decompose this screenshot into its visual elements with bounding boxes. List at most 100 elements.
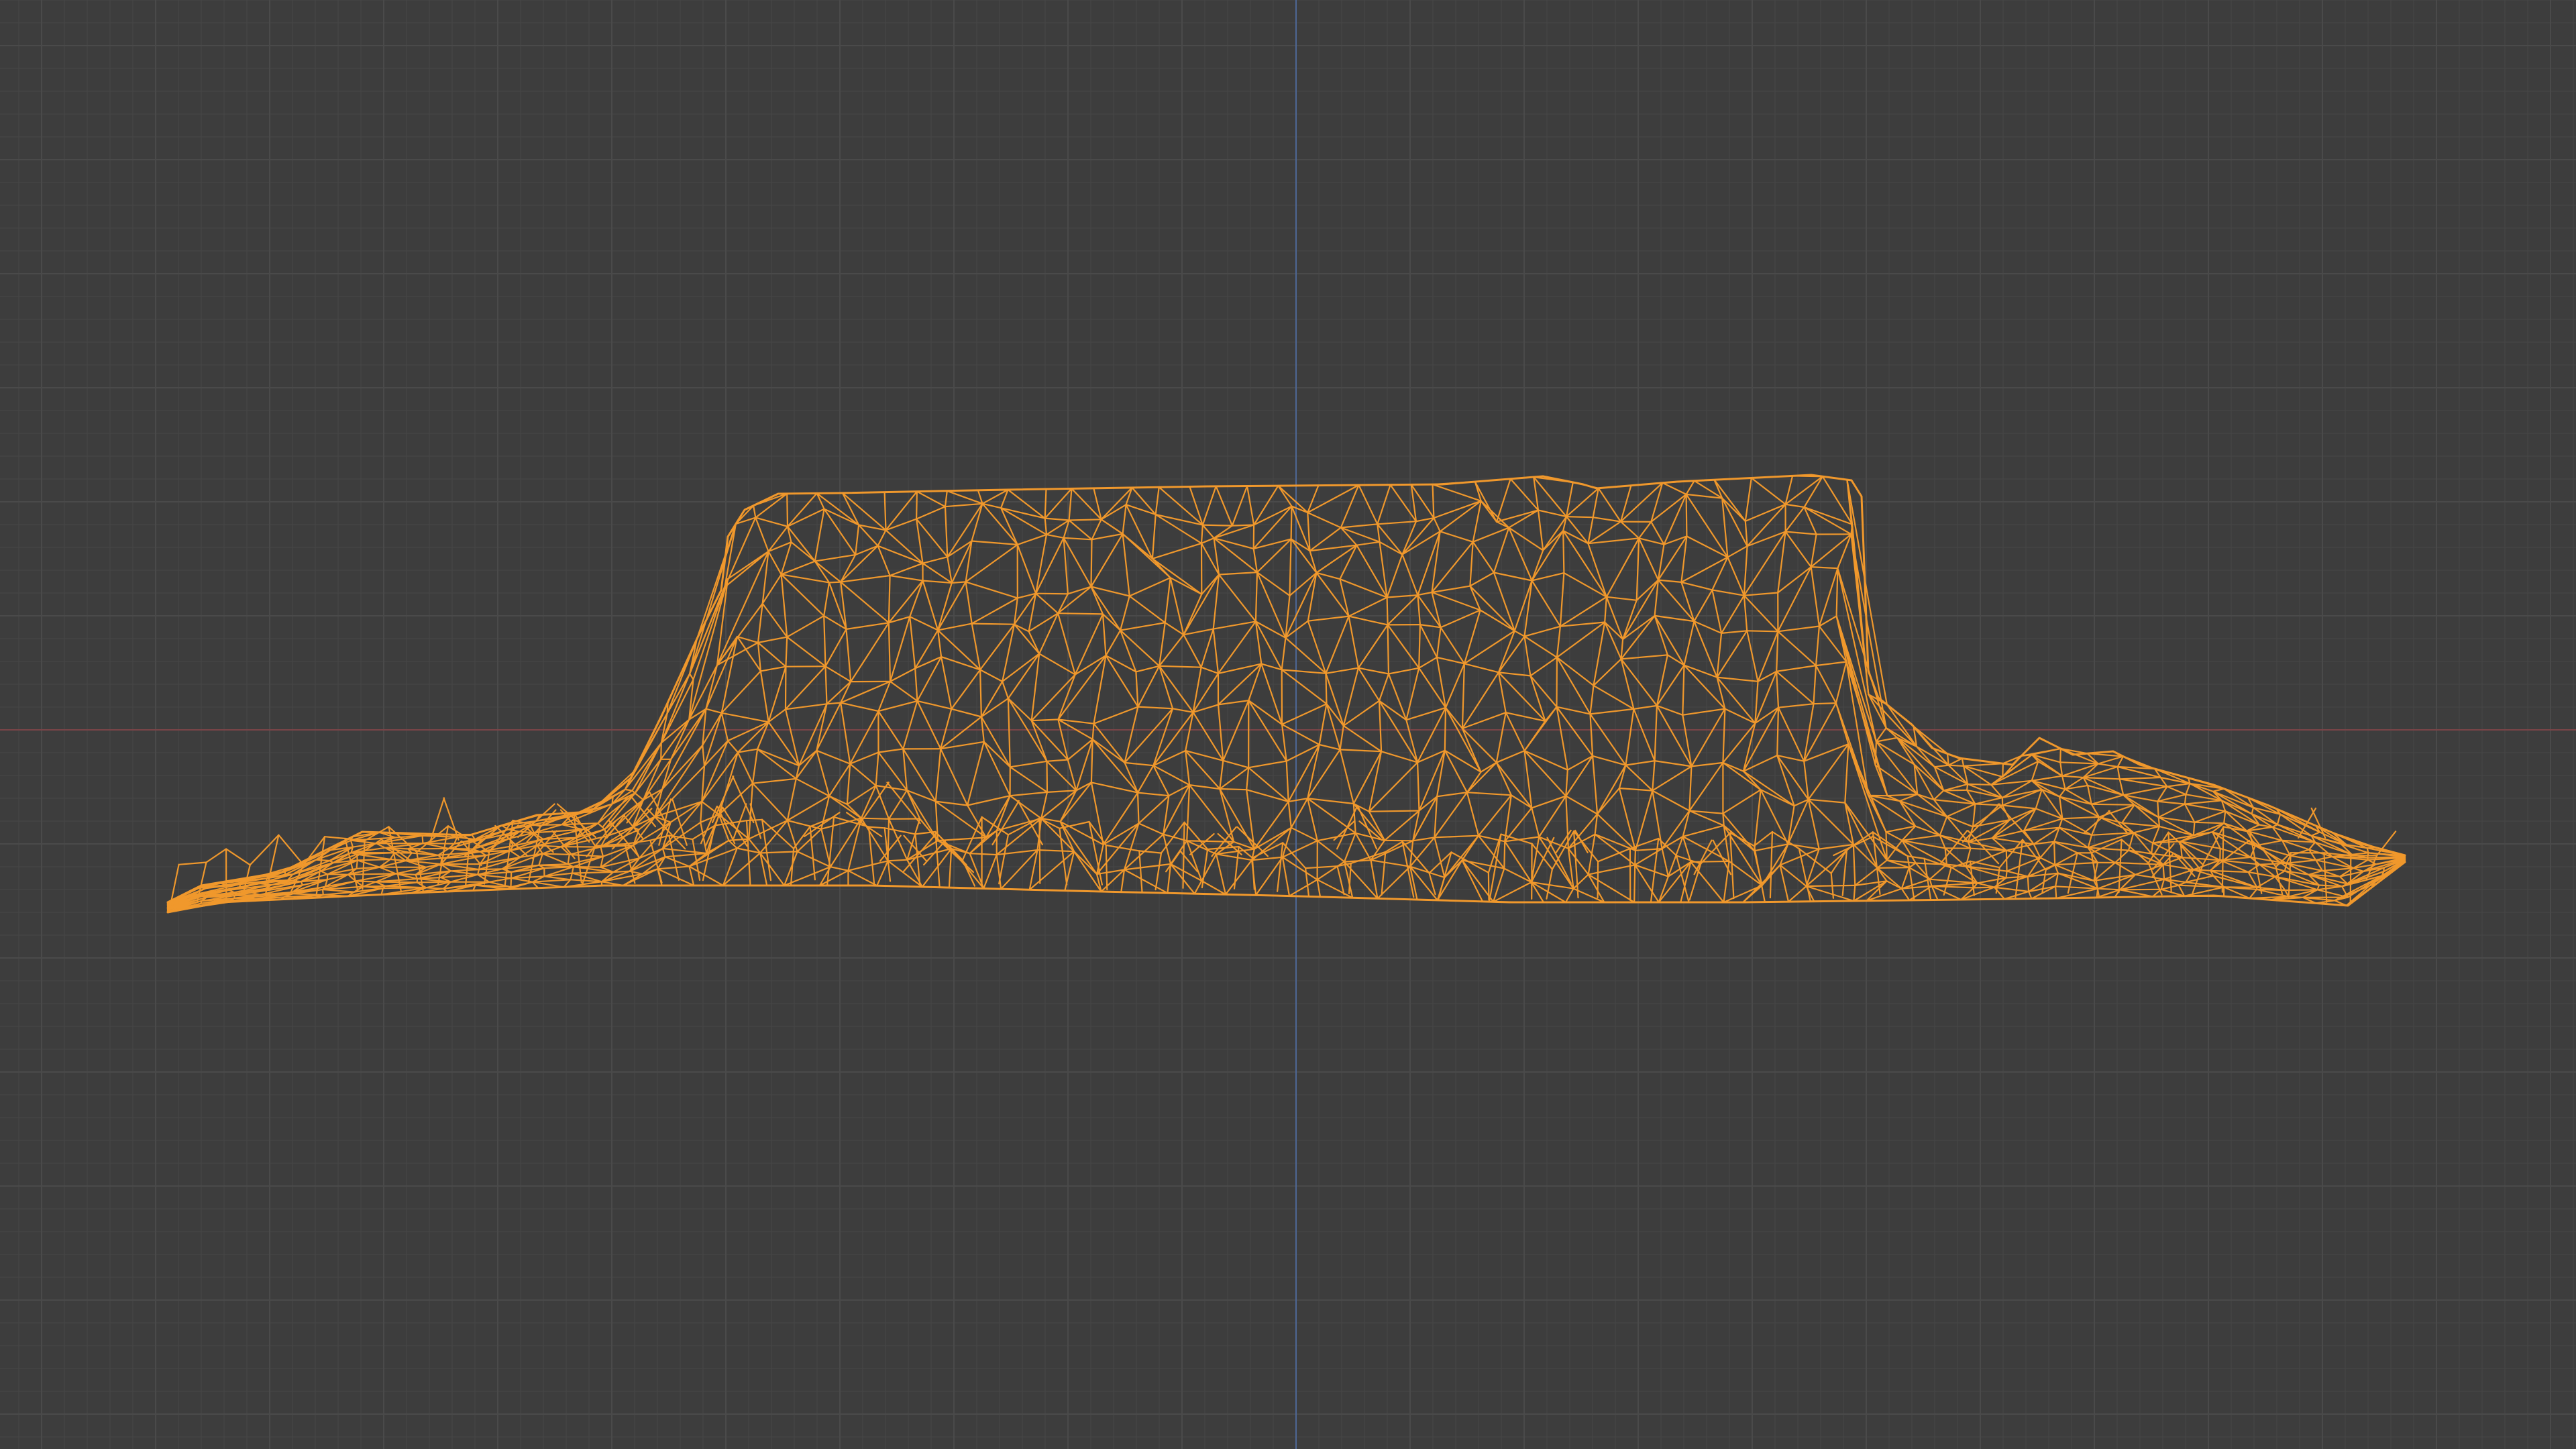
mesh-edge	[705, 635, 739, 710]
mesh-edge	[1565, 769, 1568, 797]
mesh-edge	[509, 849, 521, 859]
mesh-edge	[661, 847, 666, 858]
mesh-edge	[669, 708, 707, 761]
mesh-edge	[1604, 596, 1607, 623]
mesh-edge	[1340, 484, 1360, 529]
mesh-edge	[1625, 759, 1656, 766]
mesh-edge	[876, 860, 889, 887]
mesh-edge	[1654, 614, 1685, 666]
terrain-skirt-edge	[2323, 852, 2328, 904]
mesh-edge	[840, 545, 879, 583]
terrain-skirt-edge	[792, 826, 811, 850]
mesh-edge	[814, 553, 857, 562]
mesh-edge	[1523, 749, 1567, 797]
mesh-edge	[2249, 888, 2257, 900]
mesh-edge	[877, 748, 904, 753]
mesh-edge	[1943, 789, 1968, 792]
mesh-edge	[971, 597, 1018, 625]
mesh-edge	[786, 614, 825, 638]
mesh-edge	[1045, 533, 1065, 539]
mesh-edge	[2351, 852, 2369, 855]
mesh-edge	[887, 860, 923, 888]
mesh-edge	[786, 795, 830, 822]
mesh-edge	[1102, 792, 1139, 846]
mesh-edge	[966, 741, 985, 806]
mesh-edge	[840, 702, 851, 765]
mesh-edge	[1727, 556, 1745, 596]
mesh-edge	[847, 860, 889, 871]
mesh-edge	[1009, 766, 1049, 794]
mesh-edge	[600, 846, 604, 857]
mesh-edge	[1813, 702, 1837, 705]
mesh-edge	[1776, 670, 1815, 705]
mesh-edge	[1405, 667, 1420, 721]
mesh-edge	[1835, 661, 1847, 704]
mesh-edge	[1325, 672, 1344, 727]
mesh-edge	[1690, 708, 1726, 767]
mesh-edge	[888, 622, 892, 683]
mesh-edge	[2151, 842, 2154, 855]
mesh-edge	[720, 712, 729, 742]
mesh-edge	[1000, 849, 1038, 890]
mesh-edge	[1784, 503, 1805, 508]
mesh-edge	[1807, 798, 1846, 804]
mesh-edge	[568, 846, 602, 856]
mesh-edge	[748, 819, 788, 840]
mesh-edge	[1722, 761, 1762, 791]
terrain-skirt-edge	[249, 834, 280, 866]
mesh-edge	[823, 614, 847, 631]
wireframe-mesh[interactable]	[166, 474, 2406, 914]
mesh-edge	[916, 700, 942, 750]
mesh-edge	[2059, 747, 2061, 763]
mesh-edge	[1356, 541, 1381, 546]
mesh-edge	[2002, 788, 2043, 806]
mesh-edge	[1290, 505, 1293, 540]
mesh-edge	[1439, 500, 1482, 533]
mesh-edge	[860, 817, 890, 820]
terrain-skirt-edge	[1105, 844, 1108, 891]
mesh-edge	[985, 795, 1011, 839]
mesh-edge	[1898, 800, 1948, 818]
mesh-edge	[1592, 517, 1622, 523]
mesh-edge	[909, 580, 924, 618]
mesh-edge	[2184, 803, 2226, 812]
mesh-edge	[2087, 784, 2092, 805]
mesh-edge	[1559, 572, 1565, 627]
mesh-edge	[2184, 886, 2225, 897]
mesh-edge	[1068, 519, 1093, 541]
mesh-edge	[1348, 615, 1389, 626]
mesh-edge	[1357, 667, 1390, 675]
mesh-edge	[1057, 612, 1104, 615]
terrain-skirt-edge	[178, 861, 207, 865]
mesh-edge	[1288, 879, 1318, 897]
mesh-edge	[1593, 684, 1635, 710]
mesh-edge	[2210, 869, 2249, 873]
mesh-edge	[703, 712, 722, 767]
mesh-edge	[1497, 635, 1525, 674]
terrain-skirt-edge	[1650, 837, 1660, 902]
mesh-edge	[951, 669, 981, 710]
mesh-edge	[571, 871, 614, 874]
mesh-edge	[1461, 835, 1480, 861]
viewport-canvas[interactable]	[0, 0, 2576, 1449]
mesh-edge	[845, 628, 852, 683]
terrain-peak-edge	[879, 835, 902, 862]
mesh-edge	[2192, 821, 2196, 837]
mesh-edge	[2002, 763, 2004, 778]
3d-viewport[interactable]	[0, 0, 2576, 1449]
mesh-edge	[2116, 765, 2121, 780]
mesh-edge	[2133, 832, 2154, 844]
mesh-edge	[1093, 706, 1139, 724]
mesh-edge	[688, 673, 694, 681]
mesh-edge	[979, 669, 1004, 683]
mesh-edge	[570, 872, 574, 881]
mesh-edge	[1505, 712, 1525, 752]
mesh-edge	[1847, 743, 1887, 833]
mesh-edge	[846, 803, 863, 819]
mesh-edge	[2185, 875, 2214, 883]
mesh-edge	[1068, 488, 1073, 521]
mesh-edge	[2157, 800, 2159, 818]
mesh-edge	[1559, 596, 1607, 627]
mesh-edge	[1777, 631, 1817, 667]
mesh-edge	[786, 492, 789, 527]
